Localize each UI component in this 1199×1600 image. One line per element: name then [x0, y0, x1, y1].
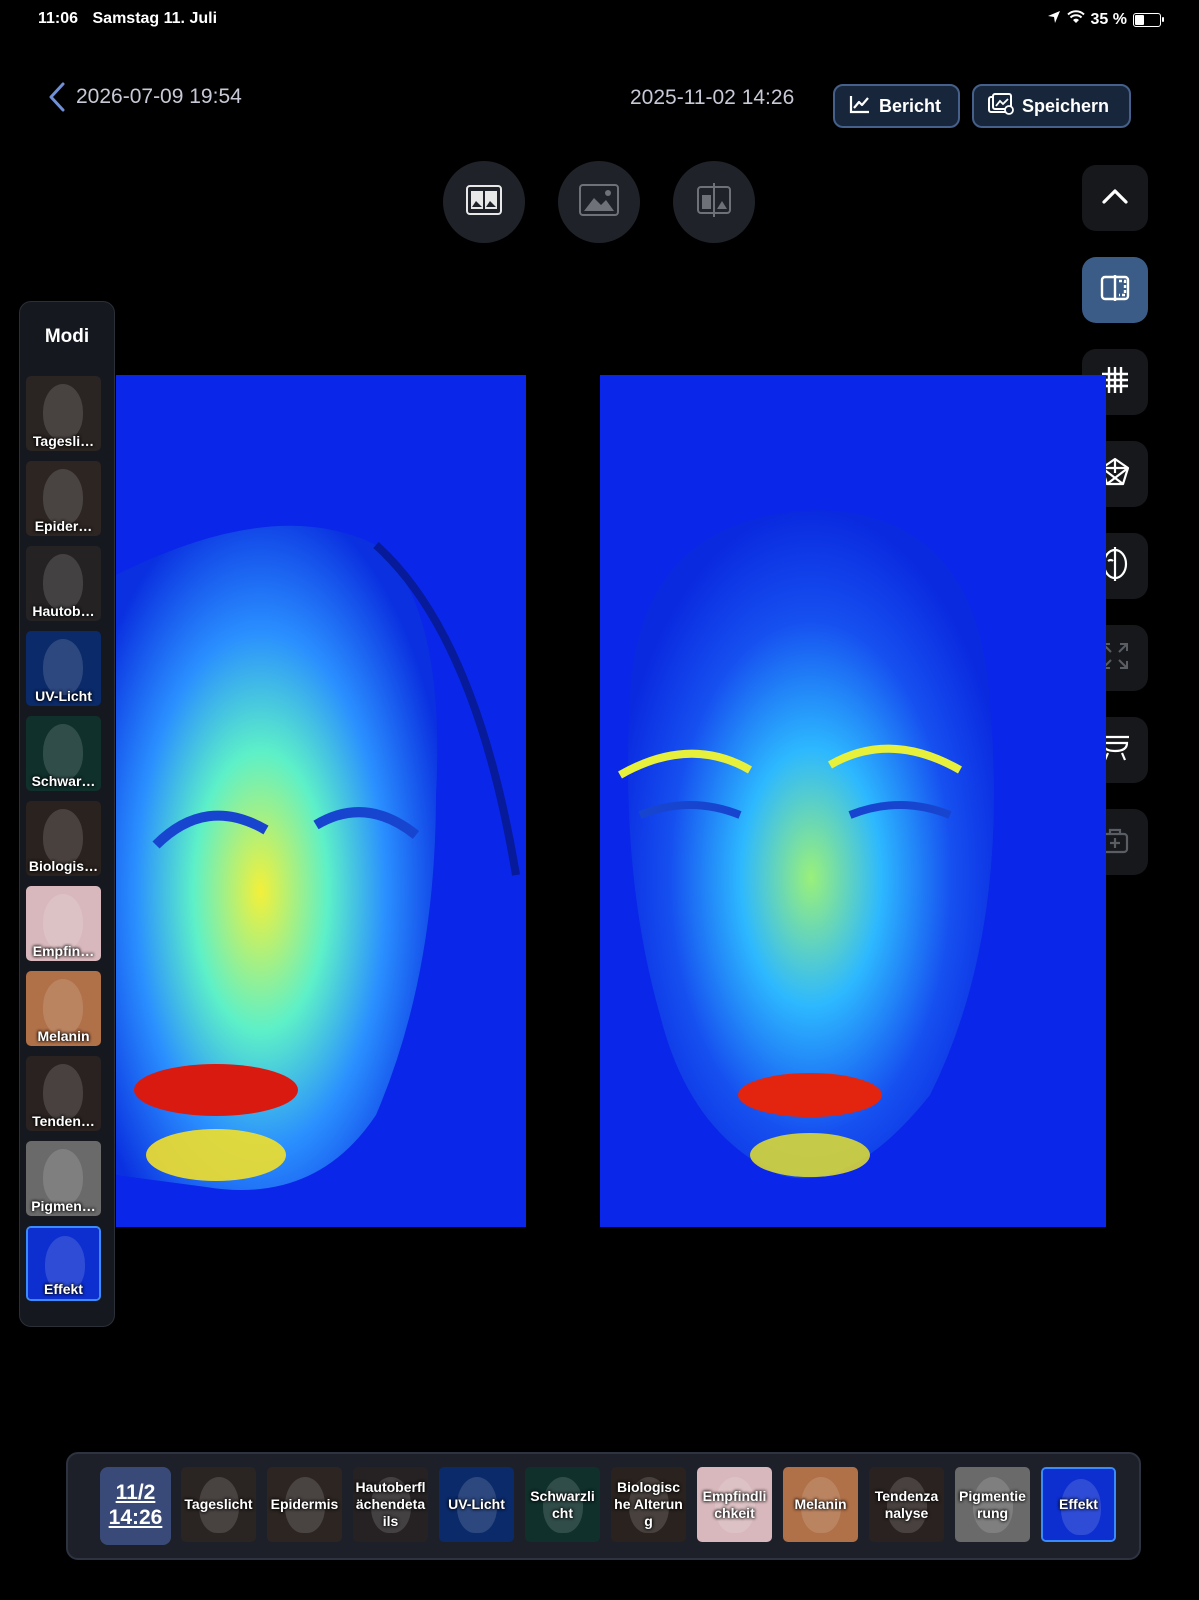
chevron-left-icon — [48, 82, 66, 112]
save-button[interactable]: Speichern — [972, 84, 1131, 128]
mode-item-label: Tenden… — [32, 1113, 95, 1129]
collapse-toolbar-button[interactable] — [1082, 165, 1148, 231]
mode-item-skin-surface[interactable]: Hautob… — [26, 546, 101, 621]
mode-item-daylight[interactable]: Tagesli… — [26, 376, 101, 451]
side-by-side-view-button[interactable] — [443, 161, 525, 243]
current-analysis-image[interactable] — [116, 375, 526, 1227]
mode-item-sensitivity[interactable]: Empfin… — [26, 886, 101, 961]
mode-item-label: Schwar… — [31, 773, 96, 789]
bottom-mode-label: Biologische Alterung — [614, 1479, 683, 1529]
bottom-mode-label: Epidermis — [270, 1496, 339, 1512]
bottom-mode-label: Tendenzanalyse — [874, 1487, 939, 1521]
face-thumbnail — [43, 384, 83, 440]
split-compare-icon — [696, 182, 732, 222]
mode-item-label: Tagesli… — [32, 433, 95, 449]
bottom-mode-label: Empfindlichkeit — [702, 1487, 767, 1521]
split-view-icon — [1100, 274, 1130, 306]
bottom-mode-label: Effekt — [1059, 1496, 1098, 1512]
bottom-mode-biological-aging[interactable]: Biologische Alterung — [611, 1467, 686, 1542]
bottom-mode-sensitivity[interactable]: Empfindlichkeit — [697, 1467, 772, 1542]
mode-item-effect[interactable]: Effekt — [26, 1226, 101, 1301]
bottom-mode-epidermis[interactable]: Epidermis — [267, 1467, 342, 1542]
face-thumbnail — [43, 554, 83, 610]
bottom-mode-uv-light[interactable]: UV-Licht — [439, 1467, 514, 1542]
bottom-mode-daylight[interactable]: Tageslicht — [181, 1467, 256, 1542]
bottom-mode-label: Hautoberflächendetails — [355, 1479, 426, 1529]
mode-item-label: Epider… — [34, 518, 93, 534]
mode-item-melanin[interactable]: Melanin — [26, 971, 101, 1046]
mode-item-pigmentation[interactable]: Pigmen… — [26, 1141, 101, 1216]
status-bar-right: 35 % — [1047, 10, 1164, 29]
bottom-mode-label: Tageslicht — [184, 1496, 253, 1512]
bottom-mode-label: Pigmentierung — [959, 1487, 1026, 1521]
save-images-icon — [988, 92, 1014, 120]
mode-item-biological-aging[interactable]: Biologis… — [26, 801, 101, 876]
bottom-mode-melanin[interactable]: Melanin — [783, 1467, 858, 1542]
modes-panel: Modi Tagesli… Epider… Hautob… UV-Licht Schwa… — [19, 301, 115, 1327]
split-view-button[interactable] — [1082, 257, 1148, 323]
compare-date: 2025-11-02 14:26 — [630, 86, 795, 109]
single-image-view-button[interactable] — [558, 161, 640, 243]
mode-item-label: UV-Licht — [35, 688, 92, 704]
face-heatmap-right — [600, 375, 1106, 1227]
bottom-mode-effect[interactable]: Effekt — [1041, 1467, 1116, 1542]
session-date: 11/2 — [115, 1481, 156, 1504]
session-time: 14:26 — [108, 1506, 163, 1529]
side-by-side-icon — [466, 184, 502, 220]
face-thumbnail — [43, 639, 83, 695]
face-thumbnail — [43, 979, 83, 1035]
mode-item-label: Hautob… — [32, 603, 95, 619]
report-label: Bericht — [879, 95, 942, 116]
mode-item-label: Effekt — [44, 1281, 83, 1297]
status-date: Samstag 11. Juli — [92, 10, 218, 27]
mode-item-trend-analysis[interactable]: Tenden… — [26, 1056, 101, 1131]
single-image-icon — [579, 183, 619, 221]
bottom-mode-label: UV-Licht — [448, 1496, 505, 1512]
bottom-mode-label: Melanin — [794, 1496, 847, 1512]
face-thumbnail — [43, 469, 83, 525]
bottom-mode-trend-analysis[interactable]: Tendenzanalyse — [869, 1467, 944, 1542]
report-button[interactable]: Bericht — [833, 84, 960, 128]
split-compare-view-button[interactable] — [673, 161, 755, 243]
current-date: 2026-07-09 19:54 — [76, 85, 242, 108]
face-thumbnail — [43, 894, 83, 950]
face-thumbnail — [43, 809, 83, 865]
save-label: Speichern — [1022, 95, 1110, 116]
session-date-chip[interactable]: 11/2 14:26 — [100, 1467, 171, 1545]
mode-item-label: Biologis… — [28, 858, 99, 874]
battery-icon — [1133, 12, 1164, 27]
mode-item-epidermis[interactable]: Epider… — [26, 461, 101, 536]
comparison-analysis-image[interactable] — [600, 375, 1106, 1227]
bottom-mode-bar: 11/2 14:26 Tageslicht Epidermis Hautoberfl… — [66, 1452, 1141, 1560]
mode-item-label: Empfin… — [32, 943, 95, 959]
face-thumbnail — [43, 724, 83, 780]
modes-title: Modi — [44, 326, 90, 347]
chart-icon — [849, 94, 871, 119]
chevron-up-icon — [1101, 187, 1129, 210]
location-icon — [1047, 10, 1061, 29]
status-time: 11:06 — [38, 10, 79, 27]
status-bar-left: 11:06 Samstag 11. Juli — [38, 10, 217, 28]
bottom-mode-black-light[interactable]: Schwarzlicht — [525, 1467, 600, 1542]
bottom-mode-label: Schwarzlicht — [530, 1487, 595, 1521]
battery-percent: 35 % — [1090, 10, 1127, 28]
face-thumbnail — [43, 1149, 83, 1205]
mode-item-label: Pigmen… — [31, 1198, 96, 1214]
bottom-mode-pigmentation[interactable]: Pigmentierung — [955, 1467, 1030, 1542]
back-button[interactable]: 2026-07-09 19:54 — [48, 82, 242, 112]
mode-item-label: Melanin — [37, 1028, 90, 1044]
bottom-mode-skin-surface[interactable]: Hautoberflächendetails — [353, 1467, 428, 1542]
mode-item-uv-light[interactable]: UV-Licht — [26, 631, 101, 706]
wifi-icon — [1066, 10, 1085, 29]
face-heatmap-left — [116, 375, 526, 1227]
face-thumbnail — [43, 1064, 83, 1120]
mode-item-black-light[interactable]: Schwar… — [26, 716, 101, 791]
